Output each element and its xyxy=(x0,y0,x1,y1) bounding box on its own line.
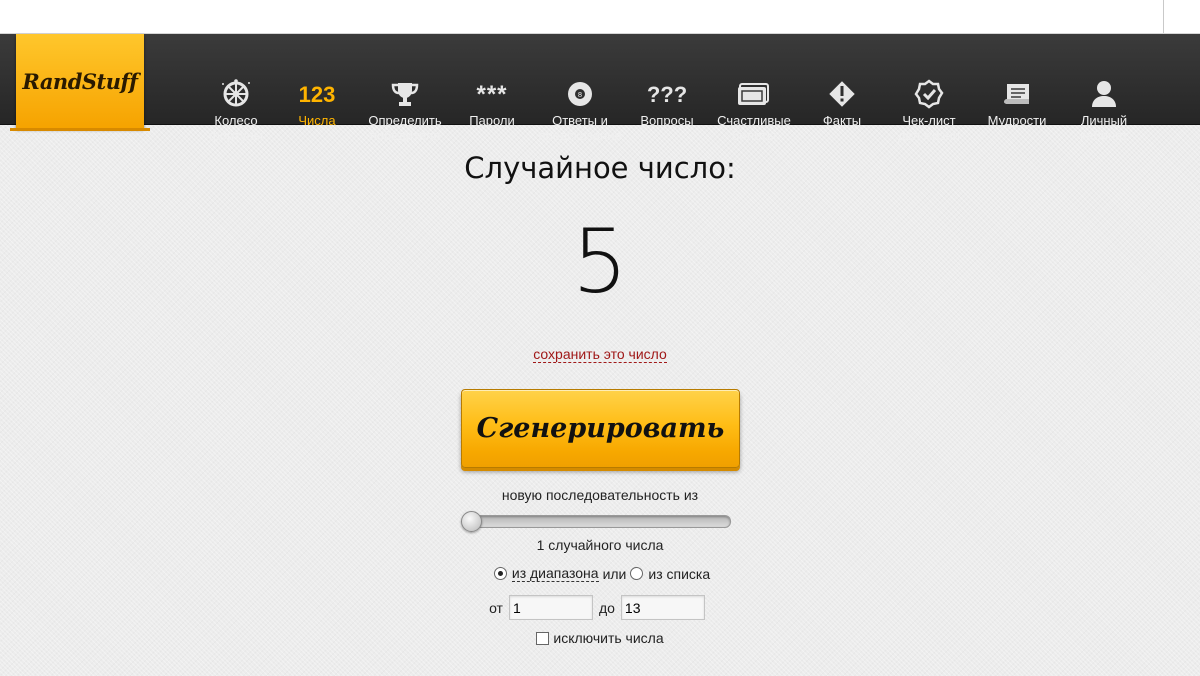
warning-diamond-icon xyxy=(827,78,857,110)
top-navigation-bar: Колесо фортуны 123 Числа Определить побе… xyxy=(0,34,1200,143)
list-radio[interactable] xyxy=(630,567,644,580)
or-label: или xyxy=(602,565,627,582)
save-number-link-container: сохранить это число xyxy=(0,346,1200,363)
tickets-icon xyxy=(736,78,772,110)
browser-top-strip xyxy=(0,0,1200,34)
password-asterisks-icon: *** xyxy=(476,80,508,108)
nav-item-wisdoms[interactable]: Мудрости xyxy=(983,78,1051,128)
generate-button[interactable]: Сгенерировать xyxy=(461,389,740,468)
range-inputs: от до xyxy=(0,595,1200,620)
save-number-link[interactable]: сохранить это число xyxy=(533,346,667,363)
from-label: от xyxy=(489,599,503,616)
range-radio[interactable] xyxy=(493,567,507,580)
slider-handle[interactable] xyxy=(461,511,482,532)
mode-selector: из диапазона или из списка xyxy=(0,565,1200,582)
nav-item-questions[interactable]: ??? Вопросы xyxy=(636,78,698,128)
user-icon xyxy=(1090,78,1118,110)
wheel-of-fortune-icon xyxy=(221,78,251,110)
question-marks-icon: ??? xyxy=(646,81,688,107)
exclude-numbers-row: исключить числа xyxy=(0,630,1200,646)
from-input[interactable] xyxy=(508,595,593,620)
divider xyxy=(1163,0,1164,33)
main-content: Случайное число: 5 сохранить это число С… xyxy=(0,125,1200,676)
scroll-icon xyxy=(1001,78,1033,110)
count-slider[interactable] xyxy=(461,511,731,532)
list-option-label[interactable]: из списка xyxy=(648,566,710,582)
exclude-numbers-checkbox[interactable] xyxy=(536,631,550,645)
trophy-icon xyxy=(390,78,420,110)
svg-text:8: 8 xyxy=(578,91,582,99)
site-logo[interactable]: RandStuff xyxy=(10,34,150,131)
to-input[interactable] xyxy=(620,595,705,620)
magic-ball-icon: 8 xyxy=(565,78,595,110)
page-title: Случайное число: xyxy=(464,151,736,185)
to-label: до xyxy=(598,599,615,616)
checklist-badge-icon xyxy=(914,78,944,110)
logo-text: RandStuff xyxy=(22,68,138,94)
exclude-numbers-label[interactable]: исключить числа xyxy=(553,630,663,646)
result-number: 5 xyxy=(572,210,628,313)
sequence-label: новую последовательность из xyxy=(501,487,699,503)
nav-item-facts[interactable]: Факты xyxy=(818,78,866,128)
nav-item-numbers[interactable]: 123 Числа xyxy=(292,78,342,128)
nav-item-passwords[interactable]: *** Пароли xyxy=(463,78,521,128)
range-option-label[interactable]: из диапазона xyxy=(511,565,599,582)
numbers-icon: 123 xyxy=(298,81,336,107)
count-label: 1 случайного числа xyxy=(536,537,664,553)
